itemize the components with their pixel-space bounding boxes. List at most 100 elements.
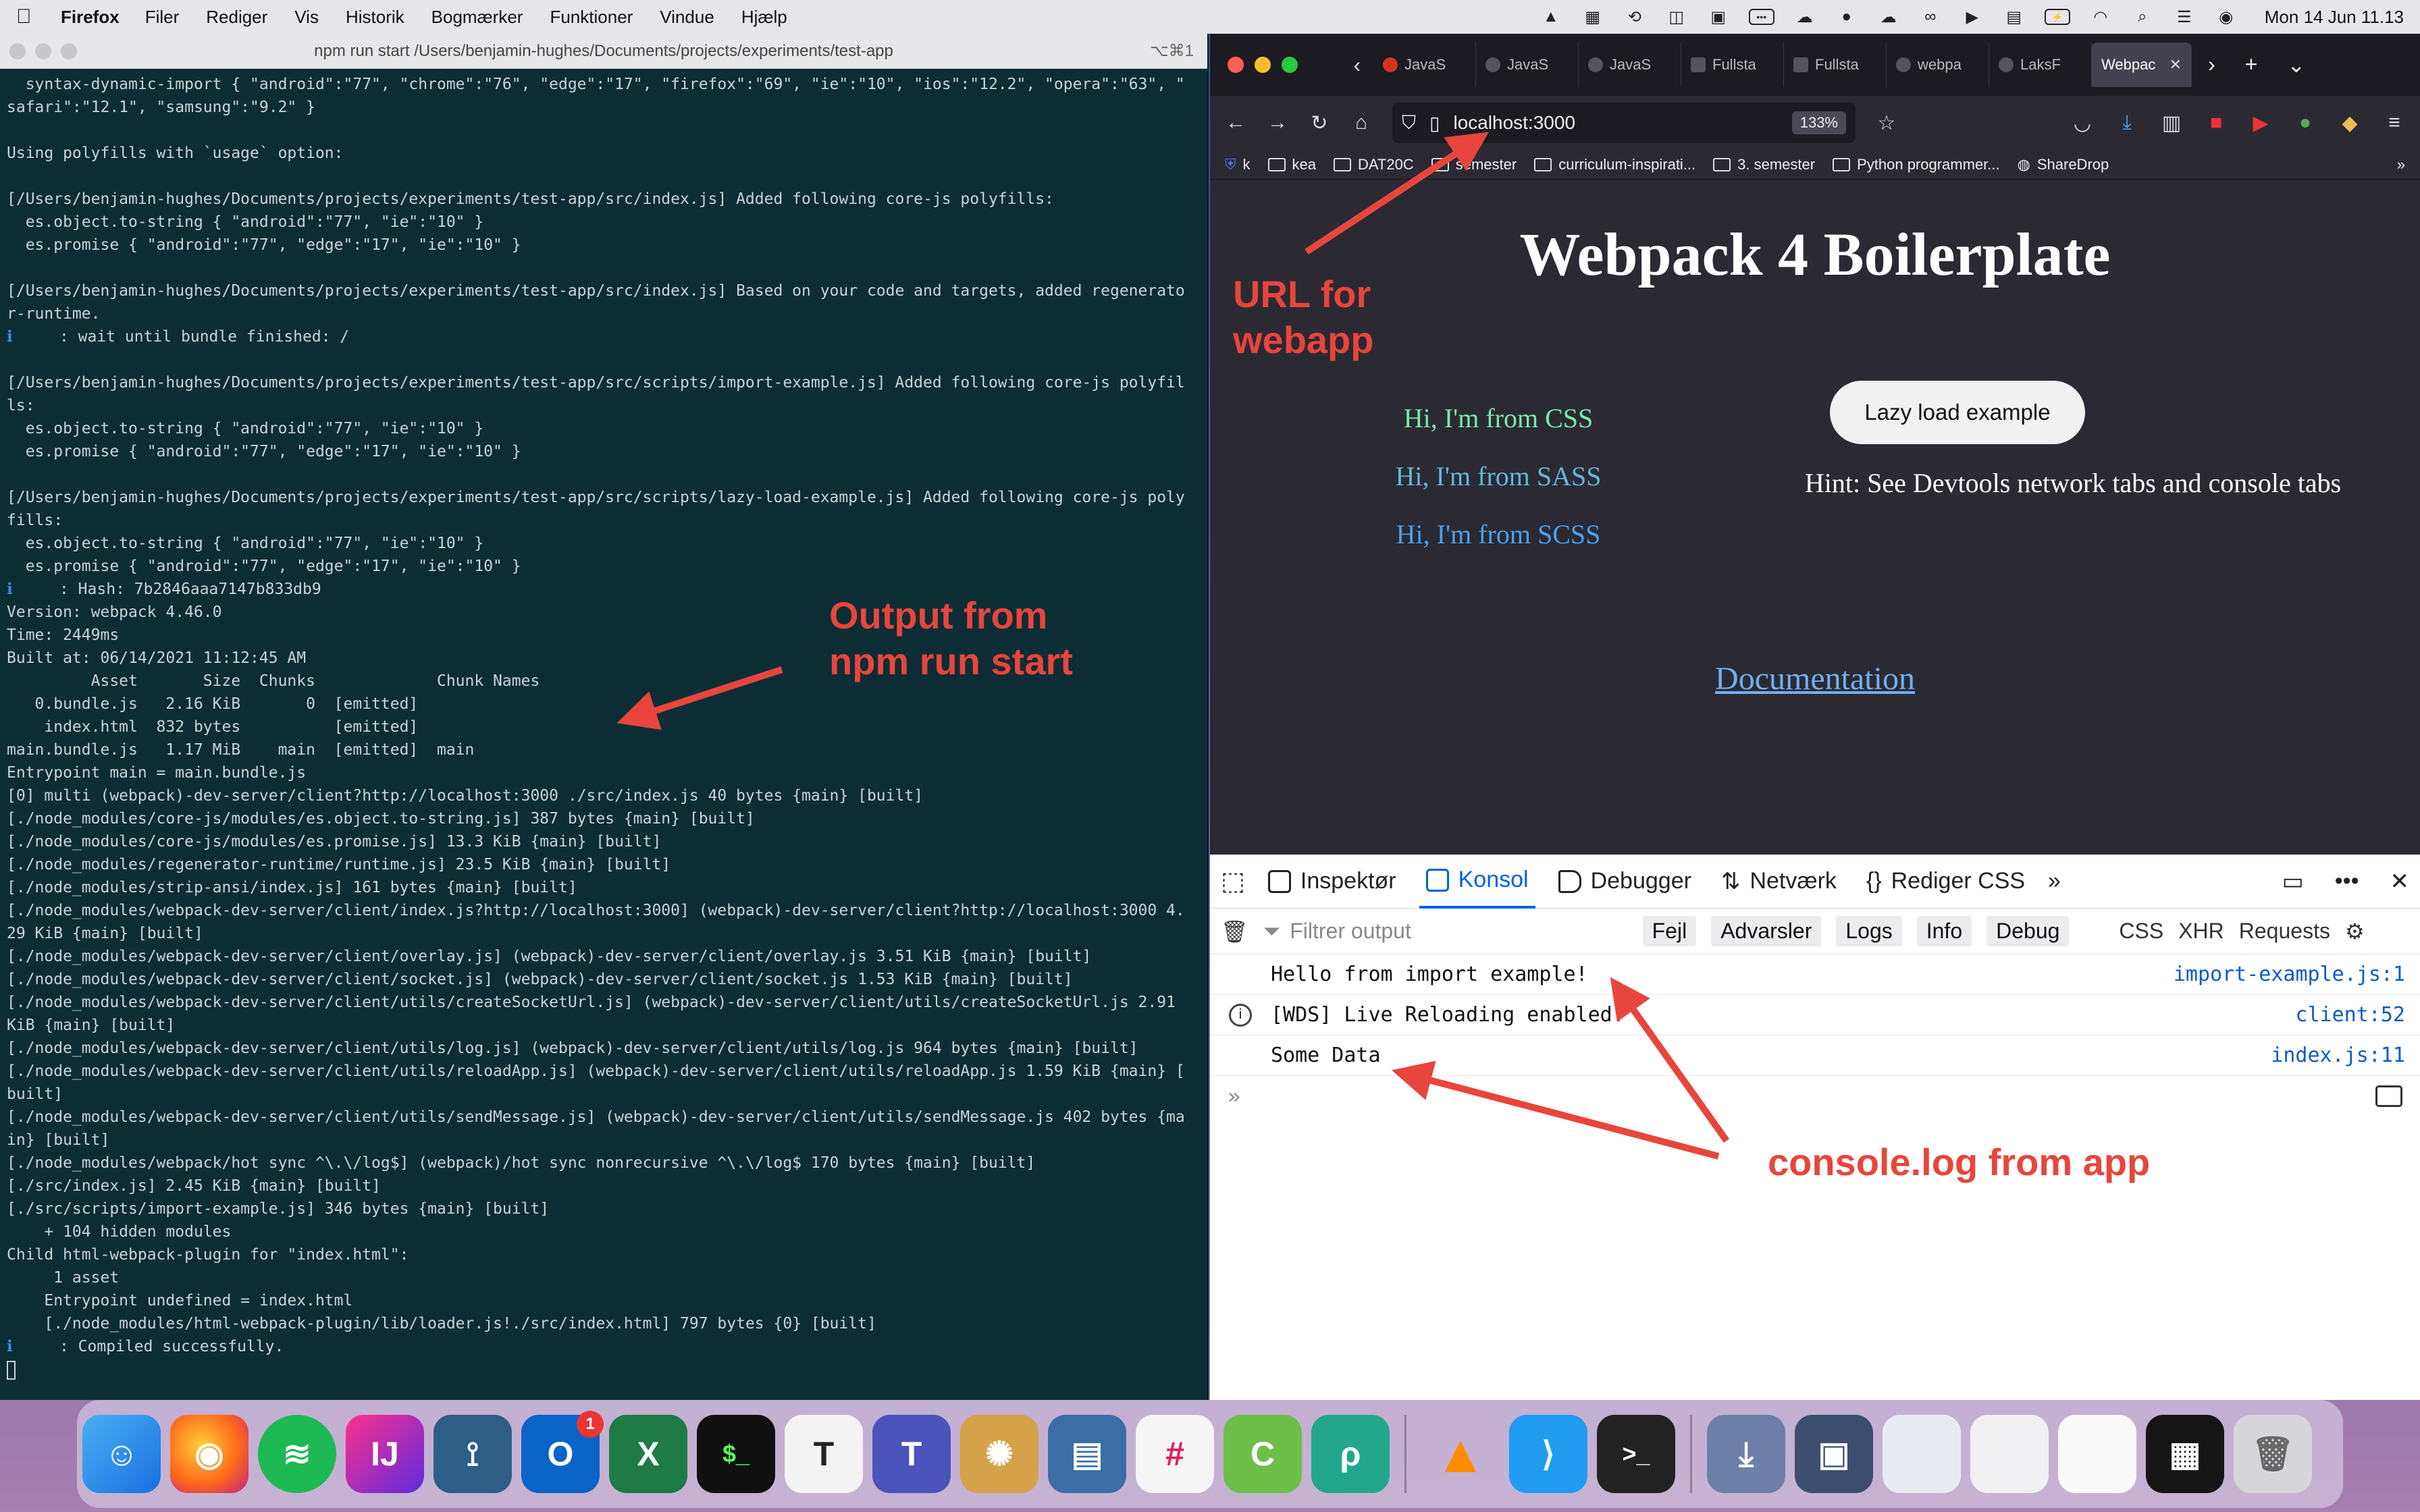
filter-input[interactable]: ⏷ Filtrer output <box>1263 919 1628 944</box>
bookmarks-overflow-icon[interactable]: » <box>2397 156 2405 173</box>
url-bar[interactable]: ⛉ ▯ localhost:3000 133% <box>1392 103 1856 143</box>
pocket-icon[interactable]: ◡ <box>2072 112 2093 134</box>
sync-icon[interactable]: ⟲ <box>1623 7 1646 27</box>
zoom-badge[interactable]: 133% <box>1791 111 1846 134</box>
play-icon[interactable]: ▶ <box>1961 7 1984 27</box>
menu-item[interactable]: Rediger <box>206 7 267 28</box>
filter-errors[interactable]: Fejl <box>1642 916 1697 946</box>
filter-debug[interactable]: Debug <box>1987 916 2070 946</box>
intellij-icon[interactable]: IJ <box>346 1415 424 1493</box>
menu-item[interactable]: Vis <box>294 7 319 28</box>
menu-item[interactable]: Vindue <box>660 7 714 28</box>
list-tabs-icon[interactable]: ⌄ <box>2287 52 2305 78</box>
menu-item[interactable]: Hjælp <box>741 7 787 28</box>
glasses-icon[interactable]: ∞ <box>1919 7 1942 27</box>
slack-icon[interactable]: # <box>1136 1415 1214 1493</box>
coda-icon[interactable]: C <box>1224 1415 1302 1493</box>
spotify-icon[interactable]: ≋ <box>258 1415 336 1493</box>
home-icon[interactable]: ⌂ <box>1350 111 1372 134</box>
cloud-icon[interactable]: ☁ <box>1793 7 1816 27</box>
browser-tab[interactable]: JavaS <box>1476 43 1579 87</box>
filter-xhr[interactable]: XHR <box>2178 919 2224 944</box>
tabs-scroll-right-icon[interactable]: › <box>2208 52 2215 78</box>
downloads-stack-icon[interactable]: ⤓ <box>1707 1415 1785 1493</box>
tab-inspector[interactable]: Inspektør <box>1261 855 1403 909</box>
browser-tab[interactable]: webpa <box>1887 43 1989 87</box>
bookmark-folder[interactable]: semester <box>1431 156 1517 173</box>
outlook-icon[interactable]: O1 <box>521 1411 604 1493</box>
tab-network[interactable]: ⇅ Netværk <box>1714 855 1843 909</box>
console-source-link[interactable]: import-example.js:1 <box>2174 963 2405 986</box>
page-info-icon[interactable]: ▯ <box>1429 112 1440 134</box>
search-icon[interactable]: ⌕ <box>2131 7 2154 27</box>
keyboard-icon[interactable]: ••• <box>1748 9 1774 25</box>
menu-item[interactable]: Filer <box>145 7 180 28</box>
filter-logs[interactable]: Logs <box>1836 916 1902 946</box>
bookmark-item[interactable]: ⛨ k <box>1225 156 1251 173</box>
control-center-icon[interactable]: ☰ <box>2173 7 2196 27</box>
vscode-icon[interactable]: ⟩ <box>1509 1415 1587 1493</box>
vlc-cone-icon[interactable]: ▲ <box>1540 7 1562 27</box>
terminal-output[interactable]: syntax-dynamic-import { "android":"77", … <box>0 69 1207 1392</box>
browser-tab-active[interactable]: Webpac ✕ <box>2092 43 2192 87</box>
filter-css[interactable]: CSS <box>2119 919 2163 944</box>
screen-icon[interactable]: ▣ <box>1707 7 1730 27</box>
browser-tab[interactable]: JavaS <box>1373 43 1476 87</box>
new-tab-icon[interactable]: + <box>2245 52 2258 78</box>
calendar-icon[interactable]: ▤ <box>2003 7 2026 27</box>
window-preview-icon[interactable]: ▦ <box>2146 1415 2224 1493</box>
back-icon[interactable]: ← <box>1225 111 1246 134</box>
minimize-window-icon[interactable] <box>1255 57 1271 73</box>
trash-icon[interactable]: 🗑 <box>2234 1415 2312 1493</box>
editor-mode-icon[interactable] <box>2375 1085 2402 1107</box>
pycharm-edu-icon[interactable]: ρ <box>1311 1415 1390 1493</box>
console-source-link[interactable]: index.js:11 <box>2271 1044 2405 1067</box>
excel-icon[interactable]: X <box>609 1415 687 1493</box>
apple-menu-icon[interactable]:  <box>16 5 43 28</box>
bookmark-star-icon[interactable]: ☆ <box>1876 112 1897 134</box>
record-icon[interactable]: ● <box>1835 7 1858 27</box>
devtools-menu-icon[interactable]: ••• <box>2335 868 2359 894</box>
window-preview-icon[interactable]: ▣ <box>1795 1415 1873 1493</box>
browser-tab[interactable]: Fullsta <box>1784 43 1887 87</box>
mysql-workbench-icon[interactable]: ⟟ <box>433 1415 512 1493</box>
extension-globe-icon[interactable]: ● <box>2294 111 2316 134</box>
forward-icon[interactable]: → <box>1267 111 1288 134</box>
url-text[interactable]: localhost:3000 <box>1453 112 1575 134</box>
paint-palette-icon[interactable]: ✺ <box>960 1415 1038 1493</box>
tab-console[interactable]: Konsol <box>1419 855 1535 909</box>
iterm-icon[interactable]: $_ <box>697 1415 775 1493</box>
menu-item[interactable]: Funktioner <box>550 7 633 28</box>
bookmark-item[interactable]: ◍ ShareDrop <box>2018 156 2109 173</box>
weather-icon[interactable]: ☁ <box>1877 7 1900 27</box>
firefox-icon[interactable]: ◉ <box>170 1415 248 1493</box>
siri-icon[interactable]: ◉ <box>2215 7 2238 27</box>
tracking-shield-icon[interactable]: ⛉ <box>1402 112 1416 134</box>
zoom-window-icon[interactable] <box>61 43 77 59</box>
console-source-link[interactable]: client:52 <box>2295 1003 2405 1027</box>
dock-toggle-icon[interactable]: ▭ <box>2282 868 2304 895</box>
clear-console-icon[interactable]: 🗑 <box>1221 919 1248 944</box>
extension-lock-icon[interactable]: ■ <box>2205 111 2227 134</box>
browser-tab[interactable]: Fullsta <box>1681 43 1784 87</box>
bookmark-folder[interactable]: curriculum-inspirati... <box>1534 156 1695 173</box>
downloads-icon[interactable]: ⤓ <box>2116 111 2138 134</box>
tabs-scroll-left-icon[interactable]: ‹ <box>1341 53 1373 78</box>
terminal-icon[interactable]: >_ <box>1597 1415 1675 1493</box>
bookmark-folder[interactable]: DAT20C <box>1334 156 1414 173</box>
reload-icon[interactable]: ↻ <box>1309 112 1330 134</box>
close-window-icon[interactable] <box>9 43 26 59</box>
window-preview-icon[interactable] <box>1970 1415 2049 1493</box>
filter-warnings[interactable]: Advarsler <box>1711 916 1822 946</box>
console-input[interactable]: » <box>1210 1076 2420 1116</box>
library-icon[interactable]: ▥ <box>2161 112 2182 134</box>
extension-play-icon[interactable]: ▶ <box>2250 112 2271 134</box>
battery-icon[interactable]: ⚡ <box>2044 9 2070 25</box>
filter-info[interactable]: Info <box>1916 916 1972 946</box>
close-window-icon[interactable] <box>1228 57 1244 73</box>
element-picker-icon[interactable]: ⬚ <box>1221 866 1245 896</box>
console-settings-icon[interactable]: ⚙ <box>2345 919 2365 944</box>
tab-style-editor[interactable]: {} Rediger CSS <box>1860 855 2032 909</box>
zoom-window-icon[interactable] <box>1282 57 1298 73</box>
close-tab-icon[interactable]: ✕ <box>2169 56 2182 74</box>
